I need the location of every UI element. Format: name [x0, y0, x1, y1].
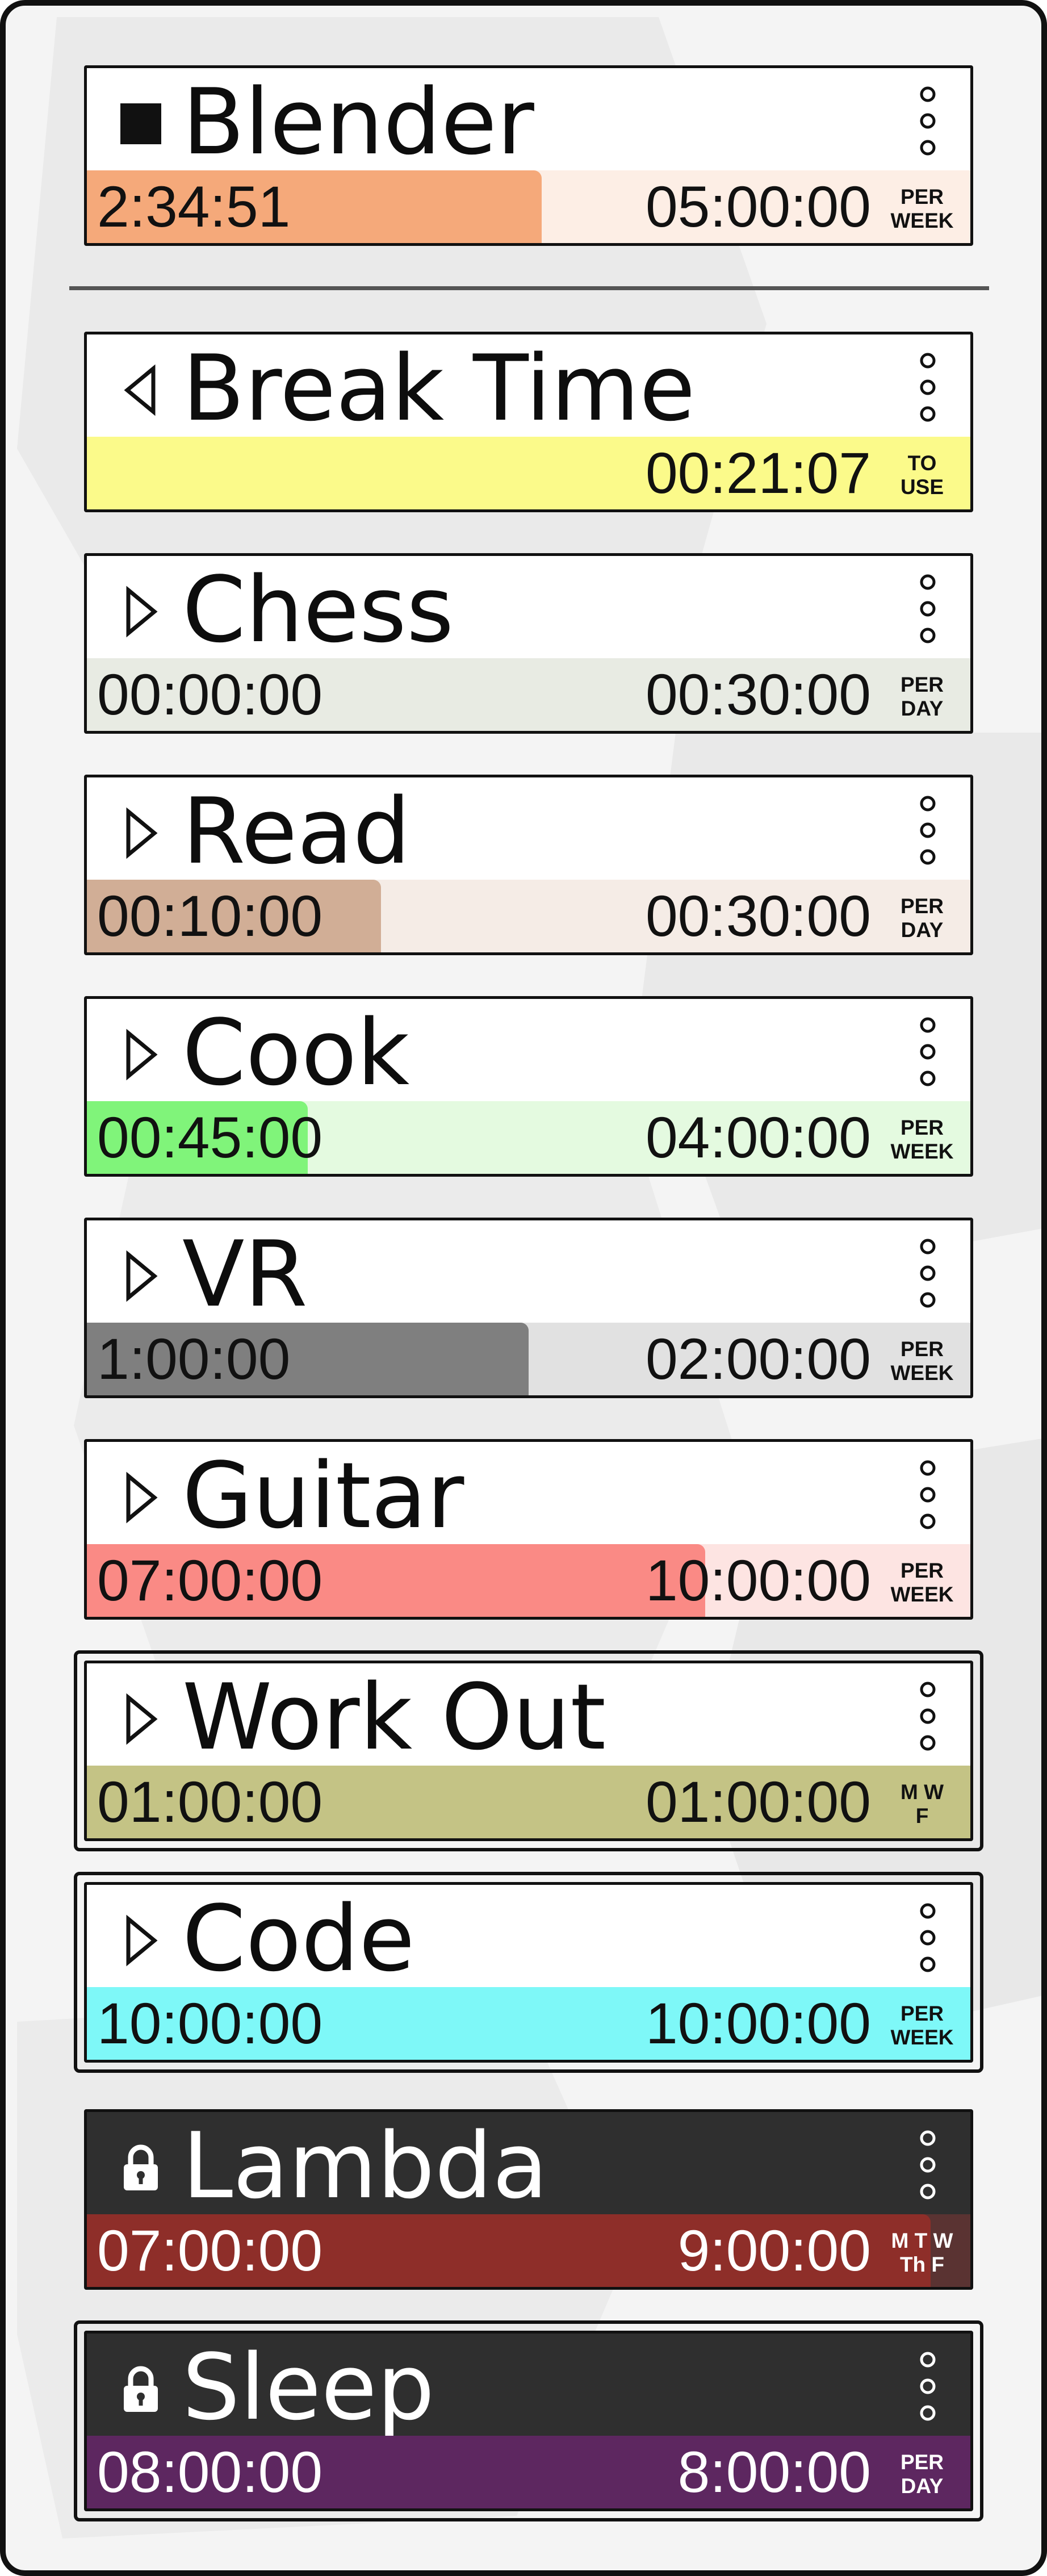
- play-icon[interactable]: [118, 1026, 164, 1083]
- activity-card-lambda[interactable]: Lambda 07:00:00 9:00:00 M T W Th F: [84, 2109, 973, 2290]
- elapsed-time: 00:00:00: [97, 662, 323, 727]
- more-options-icon[interactable]: [919, 1235, 936, 1311]
- period-label: PER WEEK: [890, 1337, 954, 1385]
- more-options-icon[interactable]: [919, 571, 936, 647]
- period-label: PER WEEK: [890, 2002, 954, 2049]
- progress-bar: 00:45:00 04:00:00 PER WEEK: [87, 1101, 970, 1174]
- elapsed-time: 00:45:00: [97, 1105, 323, 1170]
- progress-bar: 1:00:00 02:00:00 PER WEEK: [87, 1323, 970, 1395]
- activity-title: Code: [182, 1885, 415, 1992]
- progress-bar: 01:00:00 01:00:00 M WF: [87, 1766, 970, 1838]
- more-options-icon[interactable]: [919, 1900, 936, 1976]
- period-label: PER WEEK: [890, 185, 954, 232]
- more-options-icon[interactable]: [919, 1457, 936, 1533]
- target-time: 05:00:00: [645, 174, 871, 239]
- activity-title: Lambda: [182, 2113, 548, 2219]
- play-icon[interactable]: [118, 583, 164, 640]
- elapsed-time: 2:34:51: [97, 174, 291, 239]
- lock-icon: [124, 2366, 158, 2412]
- activity-card-chess[interactable]: Chess 00:00:00 00:30:00 PER DAY: [84, 553, 973, 734]
- activity-title: Work Out: [182, 1664, 606, 1770]
- target-time: 01:00:00: [645, 1770, 871, 1834]
- progress-bar: 00:00:00 00:30:00 PER DAY: [87, 658, 970, 731]
- target-time: 04:00:00: [645, 1105, 871, 1170]
- more-options-icon[interactable]: [919, 792, 936, 868]
- elapsed-time: 1:00:00: [97, 1327, 291, 1391]
- activity-title: Chess: [182, 557, 454, 663]
- activity-card-work-out[interactable]: Work Out 01:00:00 01:00:00 M WF: [74, 1650, 983, 1851]
- play-icon[interactable]: [118, 1469, 164, 1526]
- activity-title: Cook: [182, 1000, 410, 1106]
- activity-title: VR: [182, 1221, 308, 1327]
- target-time: 00:30:00: [645, 662, 871, 727]
- target-time: 9:00:00: [677, 2218, 871, 2283]
- more-options-icon[interactable]: [919, 2127, 936, 2203]
- activity-title: Blender: [182, 69, 534, 175]
- target-time: 10:00:00: [645, 1548, 871, 1613]
- period-label: PER WEEK: [890, 1116, 954, 1163]
- period-label: PER DAY: [900, 894, 944, 942]
- progress-bar: 00:21:07 TO USE: [87, 437, 970, 509]
- progress-bar: 08:00:00 8:00:00 PER DAY: [87, 2436, 970, 2508]
- more-options-icon[interactable]: [919, 349, 936, 425]
- elapsed-time: 08:00:00: [97, 2440, 323, 2504]
- period-label: TO USE: [900, 451, 944, 499]
- activity-card-read[interactable]: Read 00:10:00 00:30:00 PER DAY: [84, 775, 973, 955]
- activity-card-vr[interactable]: VR 1:00:00 02:00:00 PER WEEK: [84, 1218, 973, 1398]
- more-options-icon[interactable]: [919, 83, 936, 159]
- remaining-time: 00:21:07: [645, 441, 871, 505]
- progress-bar: 07:00:00 9:00:00 M T W Th F: [87, 2214, 970, 2287]
- play-icon[interactable]: [118, 805, 164, 862]
- activity-card-guitar[interactable]: Guitar 07:00:00 10:00:00 PER WEEK: [84, 1439, 973, 1620]
- activity-title: Break Time: [182, 335, 696, 441]
- app-frame: Blender 2:34:51 05:00:00 PER WEEK Break …: [0, 0, 1047, 2576]
- activity-card-code[interactable]: Code 10:00:00 10:00:00 PER WEEK: [74, 1872, 983, 2073]
- play-icon[interactable]: [118, 1248, 164, 1304]
- target-time: 02:00:00: [645, 1327, 871, 1391]
- play-reverse-icon[interactable]: [118, 362, 164, 419]
- elapsed-time: 01:00:00: [97, 1770, 323, 1834]
- schedule-days-label: M WF: [900, 1780, 944, 1828]
- elapsed-time: 07:00:00: [97, 1548, 323, 1613]
- progress-bar: 10:00:00 10:00:00 PER WEEK: [87, 1987, 970, 2060]
- target-time: 00:30:00: [645, 884, 871, 948]
- elapsed-time: 07:00:00: [97, 2218, 323, 2283]
- progress-bar: 07:00:00 10:00:00 PER WEEK: [87, 1544, 970, 1617]
- more-options-icon[interactable]: [919, 2348, 936, 2424]
- period-label: PER WEEK: [890, 1559, 954, 1606]
- elapsed-time: 10:00:00: [97, 1991, 323, 2056]
- activity-title: Read: [182, 778, 411, 884]
- play-icon[interactable]: [118, 1912, 164, 1969]
- activity-card-sleep[interactable]: Sleep 08:00:00 8:00:00 PER DAY: [74, 2320, 983, 2521]
- activity-title: Sleep: [182, 2334, 435, 2440]
- activity-card-blender[interactable]: Blender 2:34:51 05:00:00 PER WEEK: [84, 65, 973, 246]
- progress-bar: 00:10:00 00:30:00 PER DAY: [87, 880, 970, 952]
- play-icon[interactable]: [118, 1691, 164, 1747]
- lock-icon: [124, 2144, 158, 2190]
- elapsed-time: 00:10:00: [97, 884, 323, 948]
- period-label: PER DAY: [900, 673, 944, 720]
- period-label: PER DAY: [900, 2450, 944, 2498]
- pinned-divider: [69, 286, 989, 290]
- more-options-icon[interactable]: [919, 1014, 936, 1090]
- target-time: 8:00:00: [677, 2440, 871, 2504]
- activity-card-cook[interactable]: Cook 00:45:00 04:00:00 PER WEEK: [84, 996, 973, 1177]
- schedule-days-label: M T W Th F: [891, 2229, 953, 2276]
- activity-title: Guitar: [182, 1442, 464, 1549]
- stop-icon[interactable]: [118, 95, 164, 152]
- target-time: 10:00:00: [645, 1991, 871, 2056]
- activity-card-break-time[interactable]: Break Time 00:21:07 TO USE: [84, 332, 973, 512]
- more-options-icon[interactable]: [919, 1678, 936, 1754]
- progress-bar: 2:34:51 05:00:00 PER WEEK: [87, 170, 970, 243]
